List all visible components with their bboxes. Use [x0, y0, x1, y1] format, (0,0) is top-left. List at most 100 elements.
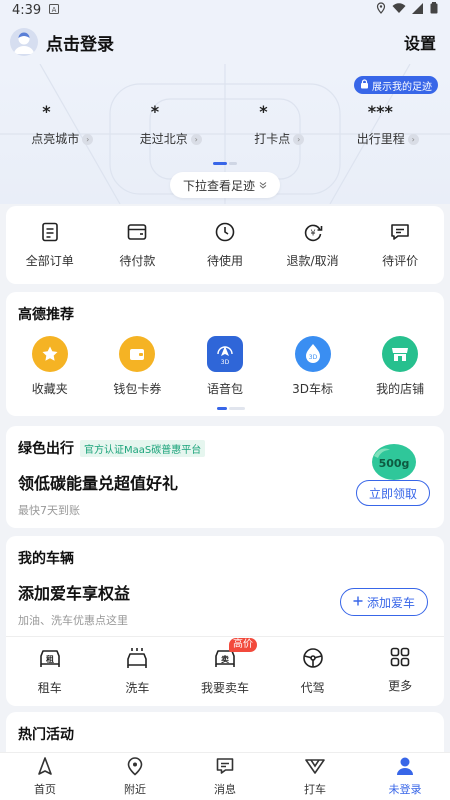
svg-text:500g: 500g [379, 457, 410, 470]
lock-icon [360, 78, 369, 92]
stat-label: 出行里程 [356, 132, 405, 146]
rec-label: 我的店铺 [376, 382, 425, 396]
grid-icon [389, 646, 411, 671]
avatar[interactable] [10, 28, 38, 56]
tab-messages[interactable]: 消息 [185, 756, 265, 797]
tab-label: 消息 [214, 783, 236, 796]
location-status-icon [376, 2, 386, 18]
orders-card: 全部订单 待付款 待使用 ¥ 退款/取消 待评价 [6, 206, 444, 284]
order-to-review[interactable]: 待评价 [360, 221, 440, 269]
vehicle-card: 我的车辆 添加爱车享权益 加油、洗车优惠点这里 添加爱车 租 租车 洗车 卖 高… [6, 536, 444, 706]
rec-my-store[interactable]: 我的店铺 [360, 336, 440, 397]
order-label: 全部订单 [25, 254, 74, 268]
rec-label: 语音包 [206, 382, 243, 396]
rec-label: 3D车标 [292, 382, 334, 396]
stat-cities[interactable]: * 点亮城市 › [12, 102, 112, 147]
battery-icon [430, 2, 438, 18]
order-label: 待付款 [119, 254, 156, 268]
comment-icon [389, 221, 411, 246]
store-icon [382, 336, 419, 372]
3d-car-icon: 3D [294, 336, 331, 372]
hot-activities-title: 热门活动 [18, 727, 74, 743]
steering-wheel-icon [301, 646, 325, 673]
green-travel-card[interactable]: 绿色出行 官方认证MaaS碳普惠平台 领低碳能量兑超值好礼 最快7天到账 500… [6, 426, 444, 528]
rec-favorites[interactable]: 收藏夹 [10, 336, 90, 397]
chevron-right-icon: › [293, 134, 305, 145]
footprint-stats: * 点亮城市 › * 走过北京 › * 打卡点 › *** 出行里程 › [0, 102, 450, 147]
chevron-right-icon: › [190, 134, 202, 145]
pull-down-hint[interactable]: 下拉查看足迹 [170, 172, 280, 198]
stat-beijing[interactable]: * 走过北京 › [121, 102, 221, 147]
stat-label: 走过北京 [139, 132, 188, 146]
stat-checkins[interactable]: * 打卡点 › [229, 102, 329, 147]
rent-car-icon: 租 [37, 646, 63, 673]
order-pending-payment[interactable]: 待付款 [97, 221, 177, 269]
add-car-button[interactable]: 添加爱车 [339, 588, 428, 616]
order-all[interactable]: 全部订单 [10, 221, 90, 269]
login-entry[interactable]: 点击登录 [10, 28, 114, 56]
order-to-use[interactable]: 待使用 [185, 221, 265, 269]
pull-hint-label: 下拉查看足迹 [182, 178, 255, 193]
stat-label: 打卡点 [254, 132, 291, 146]
pager-indicator [213, 162, 237, 165]
refund-icon: ¥ [302, 221, 324, 246]
taxi-icon [304, 756, 326, 779]
car-wash-icon [124, 646, 150, 673]
svg-text:A: A [52, 6, 57, 14]
tab-nearby[interactable]: 附近 [95, 756, 175, 797]
wifi-icon [392, 2, 406, 18]
green-title: 绿色出行 [18, 441, 74, 457]
chevron-down-icon [259, 178, 267, 192]
svg-text:3D: 3D [221, 359, 230, 366]
vehicle-more[interactable]: 更多 [360, 646, 440, 696]
vehicle-title: 我的车辆 [18, 551, 74, 567]
order-label: 待使用 [206, 254, 243, 268]
rec-3d-car-icon[interactable]: 3D 3D车标 [273, 336, 353, 397]
vehicle-designated-driver[interactable]: 代驾 [273, 646, 353, 696]
status-time: 4:39 [12, 2, 42, 18]
green-tag: 官方认证MaaS碳普惠平台 [80, 439, 206, 457]
vehicle-label: 更多 [388, 679, 413, 693]
vehicle-rent[interactable]: 租 租车 [10, 646, 90, 696]
vehicle-label: 我要卖车 [200, 681, 249, 695]
order-refund[interactable]: ¥ 退款/取消 [273, 221, 353, 269]
footprint-map[interactable]: 展示我的足迹 * 点亮城市 › * 走过北京 › * 打卡点 › *** 出行里程 › … [0, 64, 450, 204]
rec-wallet[interactable]: 钱包卡券 [97, 336, 177, 397]
wallet-icon [119, 336, 156, 372]
show-footprint-button[interactable]: 展示我的足迹 [354, 76, 438, 94]
stat-label: 点亮城市 [31, 132, 80, 146]
login-label[interactable]: 点击登录 [46, 30, 114, 55]
svg-text:卖: 卖 [221, 654, 229, 664]
stat-value: * [42, 102, 51, 121]
high-price-badge: 高价 [228, 638, 257, 652]
vehicle-wash[interactable]: 洗车 [97, 646, 177, 696]
voice-pack-icon: 3D [206, 336, 243, 372]
location-pin-icon [125, 756, 145, 779]
vehicle-sell[interactable]: 卖 高价 我要卖车 [185, 638, 265, 696]
stat-mileage[interactable]: *** 出行里程 › [338, 102, 438, 147]
show-footprint-label: 展示我的足迹 [372, 81, 432, 93]
claim-button[interactable]: 立即领取 [355, 480, 430, 506]
svg-text:¥: ¥ [310, 229, 315, 238]
message-icon [215, 756, 235, 779]
tab-home[interactable]: 首页 [5, 756, 85, 797]
carbon-energy-icon: 500g [372, 444, 416, 480]
person-icon [395, 756, 415, 779]
tab-profile[interactable]: 未登录 [365, 756, 445, 797]
tab-taxi[interactable]: 打车 [275, 756, 355, 797]
vehicle-label: 代驾 [300, 681, 325, 695]
plus-icon [353, 595, 363, 609]
recommend-title: 高德推荐 [18, 307, 74, 323]
settings-button[interactable]: 设置 [404, 30, 436, 54]
svg-text:3D: 3D [308, 354, 317, 361]
rec-label: 钱包卡券 [113, 382, 162, 396]
tab-label: 打车 [304, 783, 326, 796]
clock-icon [214, 221, 236, 246]
vehicle-label: 洗车 [125, 681, 150, 695]
rec-voice-pack[interactable]: 3D 语音包 [185, 336, 265, 397]
header: 点击登录 设置 [0, 20, 450, 64]
stat-value: *** [367, 102, 393, 121]
add-car-label: 添加爱车 [366, 595, 415, 610]
tab-label: 附近 [124, 783, 146, 796]
bottom-tab-bar: 首页 附近 消息 打车 未登录 [0, 752, 450, 800]
